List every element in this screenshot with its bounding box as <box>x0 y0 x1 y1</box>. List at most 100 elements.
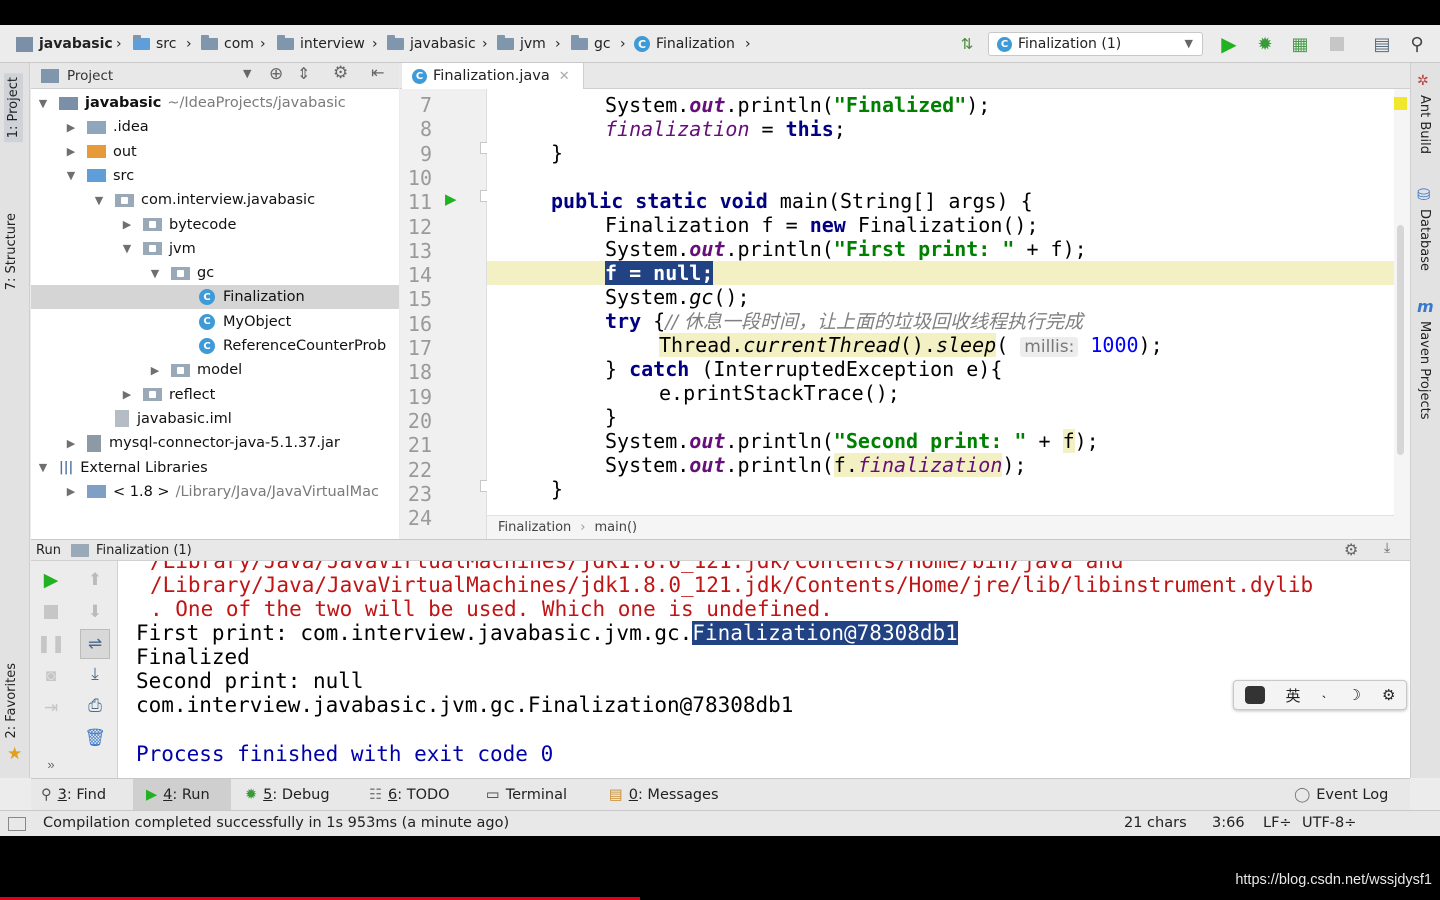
tab-run[interactable]: ▶ 4: Run <box>133 779 231 811</box>
dump-threads-icon[interactable]: ◙ <box>40 665 62 687</box>
crumb-jvm[interactable]: jvm <box>497 34 546 54</box>
tree-item[interactable]: C ReferenceCounterProb <box>31 334 399 358</box>
tab-terminal[interactable]: ▭ Terminal <box>486 779 567 811</box>
crumb-src[interactable]: src <box>133 34 176 54</box>
crumb-gc[interactable]: gc <box>571 34 611 54</box>
tree-item[interactable]: ▶ out <box>31 140 399 164</box>
expand-arrow-icon[interactable]: ▼ <box>93 194 105 207</box>
ime-language[interactable]: 英 <box>1286 685 1301 706</box>
run-icon[interactable]: ▶ <box>1217 32 1241 56</box>
restore-layout-icon[interactable]: ⇥ <box>40 697 62 719</box>
tab-event-log[interactable]: ◯ Event Log <box>1294 779 1388 811</box>
tree-item[interactable]: C MyObject <box>31 310 399 334</box>
tree-item[interactable]: ▶ reflect <box>31 383 399 407</box>
tree-item[interactable]: ▼ jvm <box>31 237 399 261</box>
gear-icon[interactable]: ⚙ <box>1344 540 1358 559</box>
clear-all-icon[interactable]: 🗑 <box>84 727 106 749</box>
collapse-arrow-icon[interactable]: ▶ <box>65 121 77 134</box>
tree-item[interactable]: ▶ .idea <box>31 115 399 139</box>
hide-panel-icon[interactable]: ⤓ <box>1384 540 1390 556</box>
expand-arrow-icon[interactable]: ▼ <box>121 242 133 255</box>
console-output[interactable]: /Library/Java/JavaVirtualMachines/jdk1.8… <box>118 561 1410 778</box>
down-icon[interactable]: ⬇ <box>84 601 106 623</box>
rerun-icon[interactable]: ▶ <box>40 569 62 591</box>
expand-arrow-icon[interactable]: ▼ <box>65 169 77 182</box>
run-configuration-select[interactable]: C Finalization (1) ▼ <box>988 32 1203 56</box>
ime-toolbar[interactable]: 英 ˴ ☽ ⚙ <box>1233 680 1407 710</box>
soft-wrap-icon[interactable]: ⇌ <box>80 629 110 659</box>
tree-item[interactable]: ▼ com.interview.javabasic <box>31 188 399 212</box>
tab-structure[interactable]: 7: Structure <box>4 213 19 290</box>
tab-messages[interactable]: ▤ 0: Messages <box>609 779 719 811</box>
tree-item[interactable]: ▶ bytecode <box>31 213 399 237</box>
crumb-class[interactable]: C Finalization <box>634 34 735 54</box>
panel-toggle-icon[interactable] <box>8 817 26 831</box>
project-structure-icon[interactable]: ▤ <box>1370 32 1394 56</box>
tree-item[interactable]: ▼ javabasic ~/IdeaProjects/javabasic <box>31 91 399 115</box>
tab-favorites[interactable]: 2: Favorites <box>4 663 19 739</box>
tree-item[interactable]: ▶ mysql-connector-java-5.1.37.jar <box>31 431 399 455</box>
collapse-arrow-icon[interactable]: ▶ <box>121 218 133 231</box>
close-icon[interactable]: ✕ <box>559 69 570 84</box>
tab-finalization-java[interactable]: C Finalization.java ✕ <box>402 63 584 89</box>
breadcrumb-class[interactable]: Finalization <box>498 520 571 535</box>
pause-icon[interactable]: ❚❚ <box>37 633 66 655</box>
collapse-arrow-icon[interactable]: ▶ <box>121 388 133 401</box>
expand-arrow-icon[interactable]: ▼ <box>37 97 49 110</box>
expand-arrow-icon[interactable]: ▼ <box>37 461 49 474</box>
crumb-javabasic[interactable]: javabasic <box>387 34 476 54</box>
tree-item[interactable]: C Finalization <box>31 285 399 310</box>
tab-find[interactable]: ⚲ 3: Find <box>41 779 106 811</box>
breadcrumb-method[interactable]: main() <box>594 520 637 535</box>
tree-item[interactable]: ▼ gc <box>31 261 399 285</box>
stop-icon[interactable] <box>40 601 62 623</box>
locate-icon[interactable]: ⊕ <box>269 64 283 84</box>
ime-punctuation-icon[interactable]: ˴ <box>1322 686 1327 704</box>
tab-debug[interactable]: ✹ 5: Debug <box>245 779 330 811</box>
tree-item[interactable]: ▶ model <box>31 358 399 382</box>
stop-icon[interactable] <box>1325 32 1349 56</box>
file-encoding[interactable]: UTF-8÷ <box>1302 815 1356 831</box>
chevron-down-icon[interactable]: ▼ <box>243 67 251 80</box>
tab-database[interactable]: Database <box>1417 209 1432 271</box>
tab-todo[interactable]: ☷ 6: TODO <box>369 779 450 811</box>
tab-maven-projects[interactable]: Maven Projects <box>1417 321 1432 420</box>
debug-icon[interactable]: ✹ <box>1253 32 1277 56</box>
project-header-label: Project <box>67 67 114 84</box>
code-line-7: System.out.println("Finalized"); <box>605 93 991 117</box>
collapse-arrow-icon[interactable]: ▶ <box>65 485 77 498</box>
tree-item-label: src <box>113 167 135 184</box>
tree-item[interactable]: javabasic.iml <box>31 407 399 431</box>
moon-icon[interactable]: ☽ <box>1348 686 1361 704</box>
collapse-arrow-icon[interactable]: ▶ <box>149 364 161 377</box>
run-tab-label[interactable]: Finalization (1) <box>96 543 192 558</box>
crumb-project[interactable]: javabasic <box>16 34 113 54</box>
code-editor[interactable]: System.out.println("Finalized"); finaliz… <box>487 89 1394 539</box>
tree-item[interactable]: ▼ src <box>31 164 399 188</box>
run-gutter-icon[interactable]: ▶ <box>445 190 457 208</box>
gear-icon[interactable]: ⚙ <box>1382 686 1395 704</box>
tree-item[interactable]: ▼ ||| External Libraries <box>31 456 399 480</box>
up-icon[interactable]: ⬆ <box>84 569 106 591</box>
collapse-arrow-icon[interactable]: ▶ <box>65 145 77 158</box>
search-icon[interactable]: ⚲ <box>1405 32 1429 56</box>
collapse-icon[interactable]: ⇕ <box>297 64 310 83</box>
tab-ant-build[interactable]: Ant Build <box>1417 95 1432 154</box>
hide-icon[interactable]: ⇤ <box>371 63 384 82</box>
collapse-arrow-icon[interactable]: ▶ <box>65 437 77 450</box>
coverage-icon[interactable]: ▦ <box>1288 32 1312 56</box>
cursor-position[interactable]: 3:66 <box>1212 815 1245 831</box>
line-separator[interactable]: LF÷ <box>1263 815 1292 831</box>
crumb-interview[interactable]: interview <box>277 34 365 54</box>
gear-icon[interactable]: ⚙ <box>333 63 348 83</box>
tab-project[interactable]: 1: Project <box>4 73 23 143</box>
expand-arrow-icon[interactable]: ▼ <box>149 267 161 280</box>
print-icon[interactable]: ⎙ <box>84 695 106 717</box>
scrollbar-thumb[interactable] <box>1397 225 1404 455</box>
more-icon[interactable]: » <box>40 753 62 775</box>
scroll-to-end-icon[interactable]: ⤓ <box>84 663 106 685</box>
editor-scrollbar[interactable] <box>1394 89 1410 539</box>
crumb-com[interactable]: com <box>201 34 254 54</box>
tree-item[interactable]: ▶ < 1.8 > /Library/Java/JavaVirtualMac <box>31 480 399 504</box>
sort-icon[interactable]: ⇅ <box>955 32 979 56</box>
